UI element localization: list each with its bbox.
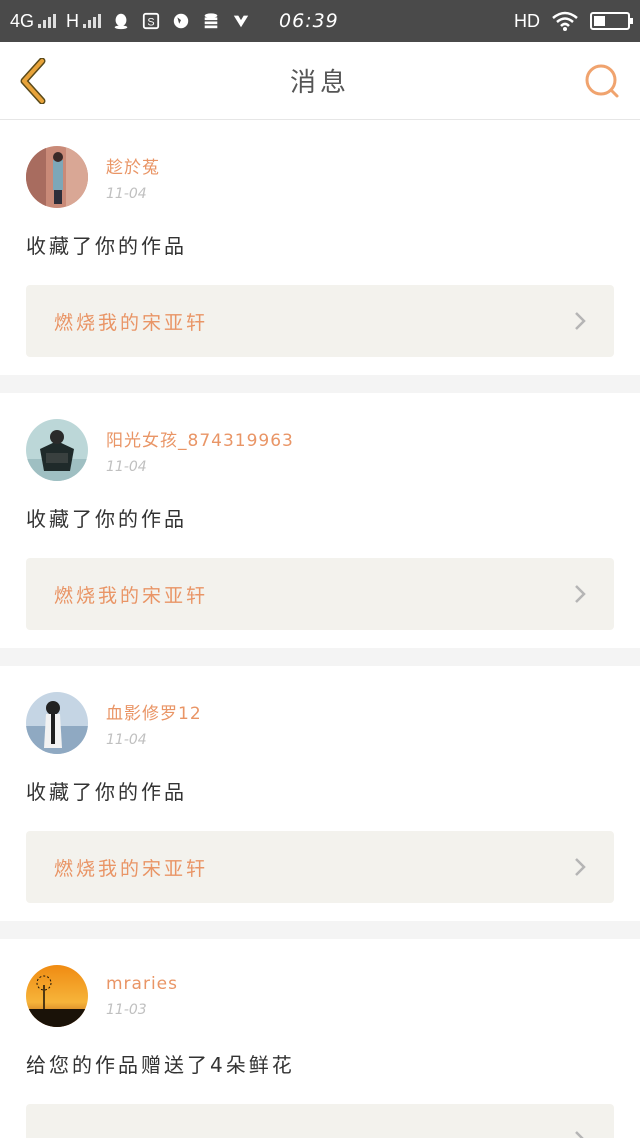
qq-icon xyxy=(111,11,131,31)
s-app-icon: S xyxy=(141,11,161,31)
page-title: 消息 xyxy=(289,68,350,98)
avatar[interactable] xyxy=(26,419,88,481)
globe-icon xyxy=(171,11,191,31)
notification-date: 11-04 xyxy=(106,185,147,202)
clock: 06:39 xyxy=(279,10,339,32)
notification-message: 收藏了你的作品 xyxy=(26,780,187,804)
network-type-label-2: H xyxy=(66,10,80,31)
chevron-right-icon xyxy=(575,1131,584,1138)
work-link[interactable]: 燃烧我的宋亚轩 xyxy=(26,558,614,630)
network-type-label: 4G xyxy=(10,10,35,31)
avatar[interactable] xyxy=(26,146,88,208)
notification-message: 收藏了你的作品 xyxy=(26,507,187,531)
notification-date: 11-04 xyxy=(106,731,147,748)
notification-message: 给您的作品赠送了4朵鲜花 xyxy=(26,1053,295,1077)
user-name-link[interactable]: mraries xyxy=(106,974,178,994)
work-title: 燃烧我的宋亚轩 xyxy=(54,584,209,607)
work-link[interactable]: 燃烧我的宋亚轩 xyxy=(26,285,614,357)
notification-message: 收藏了你的作品 xyxy=(26,234,187,258)
signal-h: H xyxy=(66,10,102,32)
battery-level xyxy=(594,16,605,26)
chevron-left-icon xyxy=(20,57,46,104)
work-link[interactable] xyxy=(26,1104,614,1138)
work-title: 燃烧我的宋亚轩 xyxy=(54,311,209,334)
notification-list: 趁於菟 11-04 收藏了你的作品 燃烧我的宋亚轩 阳光女孩_874319963… xyxy=(0,120,640,1138)
back-button[interactable] xyxy=(18,56,58,106)
work-title: 燃烧我的宋亚轩 xyxy=(54,857,209,880)
chevron-right-icon xyxy=(575,585,586,603)
notification-item: mraries 11-03 给您的作品赠送了4朵鲜花 xyxy=(0,939,640,1138)
user-name-link[interactable]: 趁於菟 xyxy=(106,153,160,178)
battery-icon xyxy=(590,12,633,30)
nav-bar: 消息 xyxy=(0,42,640,120)
signal-bars-icon-2 xyxy=(83,14,102,28)
work-link[interactable]: 燃烧我的宋亚轩 xyxy=(26,831,614,903)
notification-item: 阳光女孩_874319963 11-04 收藏了你的作品 燃烧我的宋亚轩 xyxy=(0,393,640,648)
status-bar: 4G H S 06:39 HD xyxy=(0,0,640,42)
notification-item: 血影修罗12 11-04 收藏了你的作品 燃烧我的宋亚轩 xyxy=(0,666,640,921)
wifi-icon xyxy=(550,11,580,31)
search-icon xyxy=(585,64,619,97)
svg-text:S: S xyxy=(147,17,154,29)
vee-icon xyxy=(231,11,251,31)
database-icon xyxy=(201,11,221,31)
search-button[interactable] xyxy=(582,61,622,101)
user-name-link[interactable]: 阳光女孩_874319963 xyxy=(106,426,294,451)
notification-date: 11-03 xyxy=(106,1002,147,1018)
signal-bars-icon xyxy=(38,14,57,28)
signal-4g: 4G xyxy=(10,10,57,32)
avatar[interactable] xyxy=(26,965,88,1027)
hd-label: HD xyxy=(514,10,540,31)
chevron-right-icon xyxy=(575,312,586,330)
chevron-right-icon xyxy=(575,858,586,876)
avatar[interactable] xyxy=(26,692,88,754)
notification-item: 趁於菟 11-04 收藏了你的作品 燃烧我的宋亚轩 xyxy=(0,120,640,375)
user-name-link[interactable]: 血影修罗12 xyxy=(106,699,202,724)
notification-date: 11-04 xyxy=(106,458,147,475)
